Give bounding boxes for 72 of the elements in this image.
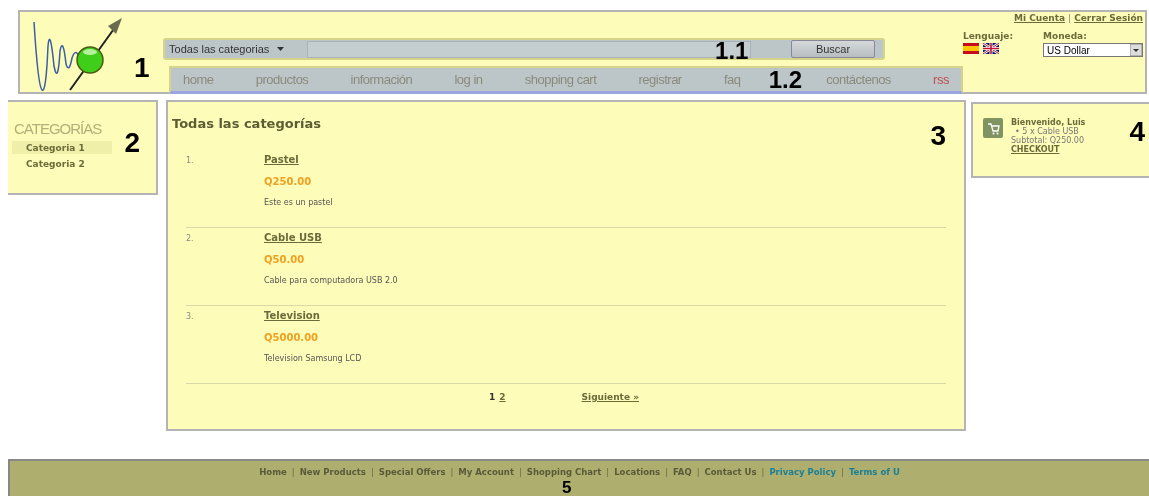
footer-link[interactable]: Locations xyxy=(614,467,661,477)
footer-link[interactable]: Shopping Chart xyxy=(526,467,602,477)
nav-link[interactable]: shopping cart xyxy=(524,72,597,87)
annotation-number: 1.2 xyxy=(768,67,803,92)
footer-link[interactable]: Home xyxy=(259,467,287,477)
currency-label: Moneda: xyxy=(1043,31,1088,41)
footer-link[interactable]: Privacy Policy xyxy=(769,467,836,477)
nav-link[interactable]: faq xyxy=(723,72,741,87)
product-description: Este es un pastel xyxy=(264,198,333,207)
nav-link[interactable]: registrar xyxy=(638,72,682,87)
link-separator: | xyxy=(450,467,454,477)
footer-link[interactable]: My Account xyxy=(458,467,514,477)
cart-subtotal: Subtotal: Q250.00 xyxy=(1011,136,1086,145)
nav-link[interactable]: productos xyxy=(255,72,309,87)
product-link[interactable]: Television xyxy=(264,310,320,321)
annotation-number: 1.1 xyxy=(715,39,749,63)
link-separator: | xyxy=(518,467,522,477)
account-link[interactable]: Cerrar Sesión xyxy=(1074,13,1143,23)
cart-item: • 5 x Cable USB xyxy=(1015,127,1080,136)
cart-icon xyxy=(983,118,1003,138)
annotation-number: 4 xyxy=(1129,118,1145,149)
category-item[interactable]: Categoria 2 xyxy=(12,157,152,170)
nav-link[interactable]: información xyxy=(350,72,413,87)
item-number: 2. xyxy=(186,233,195,245)
nav-link[interactable]: log in xyxy=(454,72,483,87)
caret-icon xyxy=(1130,44,1142,56)
footer-link[interactable]: FAQ xyxy=(673,467,692,477)
link-separator: | xyxy=(761,467,765,477)
link-separator: | xyxy=(1068,13,1072,23)
annotation-number: 1 xyxy=(134,54,150,82)
product-link[interactable]: Cable USB xyxy=(264,232,322,243)
annotation-number: 3 xyxy=(930,122,946,150)
category-dropdown[interactable]: Todas las categorias xyxy=(167,43,304,55)
page-link[interactable]: 1 xyxy=(489,392,496,402)
link-separator: | xyxy=(696,467,700,477)
caret-icon xyxy=(277,47,285,51)
product-price: Q5000.00 xyxy=(264,332,319,343)
language-label: Lenguaje: xyxy=(963,31,1013,41)
link-separator: | xyxy=(665,467,669,477)
currency-dropdown[interactable]: US Dollar xyxy=(1043,43,1143,57)
page-link[interactable]: 2 xyxy=(499,392,506,402)
annotation-number: 2 xyxy=(124,129,140,157)
cart-greeting: Bienvenido, Luis xyxy=(1011,118,1087,127)
link-separator: | xyxy=(841,467,844,477)
nav-link[interactable]: home xyxy=(183,72,214,87)
footer-link[interactable]: Terms of U xyxy=(848,467,900,477)
checkout-link[interactable]: CHECKOUT xyxy=(1011,145,1122,154)
product-description: Cable para computadora USB 2.0 xyxy=(264,276,398,285)
category-item[interactable]: Categoria 1 xyxy=(12,140,112,154)
search-button[interactable]: Buscar xyxy=(791,40,876,58)
account-link[interactable]: Mi Cuenta xyxy=(1014,13,1066,23)
footer-link[interactable]: Contact Us xyxy=(704,467,757,477)
product-description: Television Samsung LCD xyxy=(264,354,362,363)
categories-title: CATEGORÍAS xyxy=(14,120,103,137)
annotation-number: 5 xyxy=(562,479,572,496)
item-number: 1. xyxy=(186,155,195,167)
spanish-flag-icon[interactable] xyxy=(963,43,980,54)
product-price: Q50.00 xyxy=(264,254,305,265)
products-title: Todas las categorías xyxy=(172,116,322,131)
next-page-link[interactable]: Siguiente » xyxy=(581,392,639,402)
product-link[interactable]: Pastel xyxy=(264,154,299,165)
british-flag-icon[interactable] xyxy=(983,43,1000,54)
nav-link[interactable]: contáctenos xyxy=(826,72,891,87)
footer-link[interactable]: Special Offers xyxy=(378,467,446,477)
link-separator: | xyxy=(370,467,374,477)
link-separator: | xyxy=(291,467,295,477)
item-number: 3. xyxy=(186,311,195,323)
nav-link[interactable]: rss xyxy=(933,72,949,87)
product-price: Q250.00 xyxy=(264,176,312,187)
link-separator: | xyxy=(606,467,610,477)
search-field[interactable] xyxy=(307,40,752,58)
footer-link[interactable]: New Products xyxy=(299,467,366,477)
